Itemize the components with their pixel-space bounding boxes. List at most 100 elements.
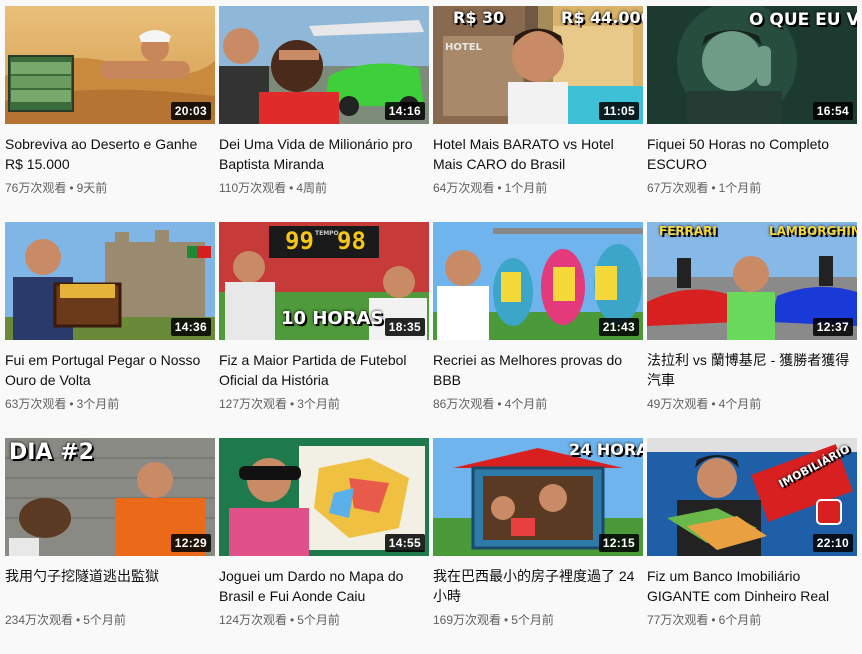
thumbnail-caption: DIA #2	[9, 440, 94, 465]
video-row: 20:03 Sobreviva ao Deserto e Ganhe R$ 15…	[5, 6, 862, 222]
video-meta: 86万次观看 • 4个月前	[433, 395, 643, 413]
upload-age: 1个月前	[718, 181, 762, 195]
video-title[interactable]: Sobreviva ao Deserto e Ganhe R$ 15.000	[5, 134, 215, 174]
video-card[interactable]: 14:36 Fui em Portugal Pegar o Nosso Ouro…	[5, 222, 215, 438]
view-count: 124万次观看	[219, 613, 288, 627]
meta-separator: •	[289, 181, 294, 195]
video-meta: 234万次观看 • 5个月前	[5, 611, 215, 629]
video-duration: 11:05	[599, 102, 639, 120]
meta-separator: •	[76, 613, 81, 627]
video-card[interactable]: 14:55 Joguei um Dardo no Mapa do Brasil …	[219, 438, 429, 654]
video-duration: 12:29	[170, 534, 211, 552]
video-thumbnail[interactable]: 14:36	[5, 222, 215, 340]
video-card[interactable]: IMOBILIÁRIO 22:10 Fiz um Banco Imobiliár…	[647, 438, 857, 654]
upload-age: 3个月前	[76, 397, 120, 411]
video-card[interactable]: O QUE EU VI? 16:54 Fiquei 50 Horas no Co…	[647, 6, 857, 222]
video-title[interactable]: Dei Uma Vida de Milionário pro Baptista …	[219, 134, 429, 174]
video-thumbnail[interactable]: 24 HORAS 12:15	[433, 438, 643, 556]
video-title[interactable]: Fui em Portugal Pegar o Nosso Ouro de Vo…	[5, 350, 215, 390]
video-title[interactable]: 我在巴西最小的房子裡度過了 24 小時	[433, 566, 643, 606]
view-count: 67万次观看	[647, 181, 709, 195]
video-thumbnail[interactable]: R$ 30 R$ 44.000 HOTEL 11:05	[433, 6, 643, 124]
video-card[interactable]: 21:43 Recriei as Melhores provas do BBB …	[433, 222, 643, 438]
video-grid: 20:03 Sobreviva ao Deserto e Ganhe R$ 15…	[5, 6, 862, 654]
thumbnail-label-ferrari: FERRARI	[659, 224, 717, 238]
video-title[interactable]: 法拉利 vs 蘭博基尼 - 獲勝者獲得汽車	[647, 350, 857, 390]
video-duration: 21:43	[598, 318, 639, 336]
video-thumbnail[interactable]: 99 98 TEMPO 10 HORAS 18:35	[219, 222, 429, 340]
video-card[interactable]: DIA #2 12:29 我用勺子挖隧道逃出監獄 234万次观看 • 5个月前	[5, 438, 215, 654]
video-duration: 14:55	[384, 534, 425, 552]
meta-separator: •	[504, 613, 509, 627]
upload-age: 5个月前	[297, 613, 340, 627]
thumbnail-label-lamborghini: LAMBORGHINI	[769, 224, 857, 238]
view-count: 234万次观看	[5, 613, 74, 627]
video-duration: 14:36	[170, 318, 211, 336]
meta-separator: •	[711, 181, 716, 195]
meta-separator: •	[69, 181, 74, 195]
view-count: 86万次观看	[433, 397, 495, 411]
video-title[interactable]: Recriei as Melhores provas do BBB	[433, 350, 643, 390]
video-duration: 12:37	[812, 318, 853, 336]
view-count: 63万次观看	[5, 397, 67, 411]
upload-age: 4个月前	[718, 397, 762, 411]
video-card[interactable]: R$ 30 R$ 44.000 HOTEL 11:05 Hotel Mais B…	[433, 6, 643, 222]
upload-age: 4周前	[296, 181, 328, 195]
video-title[interactable]: Fiz a Maior Partida de Futebol Oficial d…	[219, 350, 429, 390]
video-duration: 16:54	[812, 102, 853, 120]
video-meta: 76万次观看 • 9天前	[5, 179, 215, 197]
upload-age: 6个月前	[718, 613, 762, 627]
video-row: DIA #2 12:29 我用勺子挖隧道逃出監獄 234万次观看•5个月前	[5, 438, 862, 654]
meta-separator: •	[711, 397, 716, 411]
upload-age: 3个月前	[297, 397, 340, 411]
video-meta: 110万次观看 • 4周前	[219, 179, 429, 197]
video-duration: 20:03	[170, 102, 211, 120]
thumbnail-price-low: R$ 30	[453, 8, 505, 27]
video-duration: 22:10	[812, 534, 853, 552]
video-title[interactable]: 我用勺子挖隧道逃出監獄	[5, 566, 215, 606]
thumbnail-caption: 24 HORAS	[569, 440, 643, 459]
meta-separator: •	[497, 181, 502, 195]
video-card[interactable]: 20:03 Sobreviva ao Deserto e Ganhe R$ 15…	[5, 6, 215, 222]
view-count: 76万次观看	[5, 181, 67, 195]
video-thumbnail[interactable]: 20:03	[5, 6, 215, 124]
video-card[interactable]: 24 HORAS 12:15 我在巴西最小的房子裡度過了 24 小時 169万次…	[433, 438, 643, 654]
video-duration: 18:35	[384, 318, 425, 336]
video-thumbnail[interactable]: DIA #2 12:29	[5, 438, 215, 556]
video-thumbnail[interactable]: 14:55	[219, 438, 429, 556]
video-meta: 49万次观看 • 4个月前	[647, 395, 857, 413]
video-card[interactable]: FERRARI LAMBORGHINI 12:37 法拉利 vs 蘭博基尼 - …	[647, 222, 857, 438]
video-thumbnail[interactable]: FERRARI LAMBORGHINI 12:37	[647, 222, 857, 340]
video-thumbnail[interactable]: IMOBILIÁRIO 22:10	[647, 438, 857, 556]
video-title[interactable]: Fiz um Banco Imobiliário GIGANTE com Din…	[647, 566, 857, 606]
video-card[interactable]: 99 98 TEMPO 10 HORAS 18:35 Fiz a Maior P…	[219, 222, 429, 438]
view-count: 49万次观看	[647, 397, 709, 411]
thumbnail-caption: O QUE EU VI?	[749, 10, 857, 30]
video-card[interactable]: 14:16 Dei Uma Vida de Milionário pro Bap…	[219, 6, 429, 222]
view-count: 169万次观看	[433, 613, 502, 627]
video-meta: 124万次观看 • 5个月前	[219, 611, 429, 629]
video-thumbnail[interactable]: O QUE EU VI? 16:54	[647, 6, 857, 124]
video-meta: 67万次观看 • 1个月前	[647, 179, 857, 197]
scoreboard-label: TEMPO	[315, 230, 339, 237]
scoreboard-home: 99	[285, 227, 314, 255]
video-title[interactable]: Hotel Mais BARATO vs Hotel Mais CARO do …	[433, 134, 643, 174]
video-title[interactable]: Fiquei 50 Horas no Completo ESCURO	[647, 134, 857, 174]
video-meta: 127万次观看 • 3个月前	[219, 395, 429, 413]
upload-age: 9天前	[76, 181, 108, 195]
upload-age: 1个月前	[504, 181, 548, 195]
upload-age: 5个月前	[83, 613, 126, 627]
upload-age: 5个月前	[511, 613, 554, 627]
video-duration: 12:15	[598, 534, 639, 552]
meta-separator: •	[711, 613, 716, 627]
meta-separator: •	[69, 397, 74, 411]
video-duration: 14:16	[384, 102, 425, 120]
video-thumbnail[interactable]: 14:16	[219, 6, 429, 124]
video-meta: 77万次观看 • 6个月前	[647, 611, 857, 629]
view-count: 64万次观看	[433, 181, 495, 195]
scoreboard-away: 98	[337, 227, 366, 255]
video-title[interactable]: Joguei um Dardo no Mapa do Brasil e Fui …	[219, 566, 429, 606]
video-thumbnail[interactable]: 21:43	[433, 222, 643, 340]
upload-age: 4个月前	[504, 397, 548, 411]
video-row: 14:36 Fui em Portugal Pegar o Nosso Ouro…	[5, 222, 862, 438]
